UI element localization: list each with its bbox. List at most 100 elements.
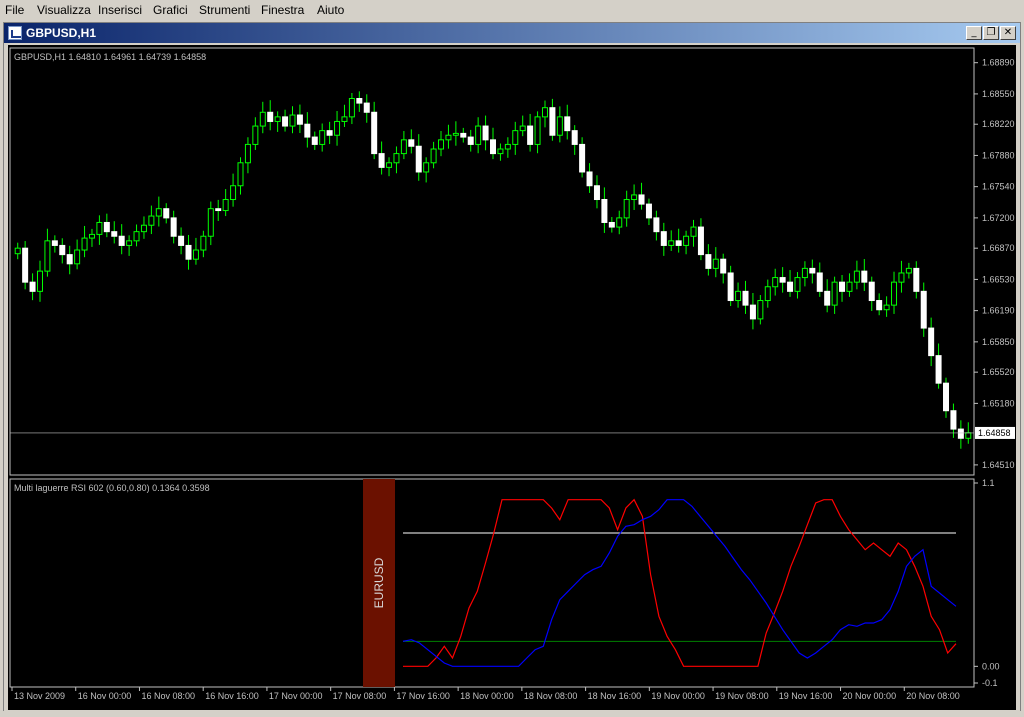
chart-canvas[interactable]: 1.68890 1.68550 1.68220 1.67880 1.67540 1.672… bbox=[8, 45, 1016, 710]
candle-body bbox=[44, 240, 51, 272]
time-tick-label: 16 Nov 00:00 bbox=[78, 691, 132, 701]
price-tick-label: 1.65850 bbox=[982, 337, 1015, 347]
menu-visualizza[interactable]: Visualizza bbox=[37, 3, 91, 17]
menu-strumenti[interactable]: Strumenti bbox=[199, 3, 250, 17]
candle-body bbox=[311, 136, 318, 145]
candle-body bbox=[534, 116, 541, 145]
candle-body bbox=[883, 304, 890, 311]
candle-body bbox=[497, 148, 504, 155]
time-tick-label: 18 Nov 08:00 bbox=[524, 691, 578, 701]
candle-body bbox=[846, 281, 853, 292]
price-info-label: GBPUSD,H1 1.64810 1.64961 1.64739 1.6485… bbox=[14, 52, 206, 62]
menu-grafici[interactable]: Grafici bbox=[153, 3, 188, 17]
candle-body bbox=[831, 281, 838, 306]
candle-body bbox=[244, 143, 251, 164]
candle-body bbox=[579, 143, 586, 173]
candle-body bbox=[735, 290, 742, 302]
candle-body bbox=[549, 107, 556, 136]
price-tick-label: 1.68890 bbox=[982, 58, 1015, 68]
candle-body bbox=[163, 208, 170, 219]
time-tick-label: 17 Nov 08:00 bbox=[333, 691, 387, 701]
candle-body bbox=[88, 233, 95, 239]
indicator-pane: Multi laguerre RSI 602 (0.60,0.80) 0.136… bbox=[9, 478, 1000, 688]
candle-body bbox=[363, 102, 370, 113]
candle-body bbox=[541, 107, 548, 118]
candle-body bbox=[103, 221, 110, 233]
close-button[interactable]: ✕ bbox=[1000, 26, 1016, 40]
candle-body bbox=[720, 258, 727, 274]
candle-body bbox=[178, 235, 185, 246]
candle-body bbox=[809, 267, 816, 274]
candle-body bbox=[504, 143, 511, 150]
candle-body bbox=[690, 226, 697, 237]
candle-body bbox=[423, 162, 430, 173]
candle-body bbox=[571, 130, 578, 145]
menu-file[interactable]: File bbox=[5, 3, 24, 17]
chart-window-titlebar[interactable]: GBPUSD,H1 _ ❐ ✕ bbox=[4, 23, 1020, 43]
candle-body bbox=[742, 290, 749, 306]
candle-body bbox=[29, 281, 36, 292]
candle-body bbox=[631, 194, 638, 201]
candle-body bbox=[155, 208, 162, 217]
indicator-tick-label: 1.1 bbox=[982, 478, 995, 488]
candle-body bbox=[237, 162, 244, 187]
price-tick-label: 1.66190 bbox=[982, 306, 1015, 316]
candle-body bbox=[148, 215, 155, 226]
candle-body bbox=[490, 139, 496, 155]
candle-body bbox=[289, 114, 296, 127]
candle-body bbox=[81, 237, 88, 251]
candle-body bbox=[215, 208, 222, 212]
candle-body bbox=[928, 327, 935, 357]
candle-body bbox=[757, 300, 764, 320]
menu-aiuto[interactable]: Aiuto bbox=[317, 3, 344, 17]
price-pane: 1.68890 1.68550 1.68220 1.67880 1.67540 1.672… bbox=[9, 47, 1015, 476]
current-price-label: 1.64858 bbox=[978, 428, 1011, 438]
candle-body bbox=[170, 217, 177, 237]
candle-body bbox=[22, 247, 29, 283]
candle-body bbox=[816, 272, 823, 292]
menu-finestra[interactable]: Finestra bbox=[261, 3, 304, 17]
price-tick-label: 1.68220 bbox=[982, 119, 1015, 129]
candle-body bbox=[556, 116, 563, 136]
time-tick-label: 19 Nov 00:00 bbox=[651, 691, 705, 701]
price-tick-label: 1.65520 bbox=[982, 367, 1015, 377]
candle-body bbox=[66, 254, 73, 265]
candle-body bbox=[415, 145, 422, 173]
menu-inserisci[interactable]: Inserisci bbox=[98, 3, 142, 17]
chart-window-icon[interactable] bbox=[8, 26, 22, 40]
candle-body bbox=[386, 162, 393, 168]
candle-body bbox=[868, 281, 875, 302]
window-title: GBPUSD,H1 bbox=[26, 26, 97, 40]
candle-body bbox=[452, 132, 459, 136]
candle-body bbox=[616, 217, 623, 228]
candle-body bbox=[965, 432, 972, 439]
candle-body bbox=[341, 116, 348, 122]
candle-body bbox=[898, 272, 905, 283]
restore-button[interactable]: ❐ bbox=[983, 26, 999, 40]
candle-body bbox=[749, 304, 756, 320]
candle-body bbox=[36, 270, 43, 292]
candle-body bbox=[326, 130, 333, 136]
candle-body bbox=[378, 153, 385, 168]
price-pane-frame bbox=[9, 47, 975, 476]
candle-body bbox=[274, 116, 281, 122]
candle-body bbox=[801, 267, 808, 279]
candle-body bbox=[259, 111, 266, 127]
chart-svg: 1.68890 1.68550 1.68220 1.67880 1.67540 1.672… bbox=[9, 47, 1015, 701]
candle-body bbox=[438, 139, 445, 150]
time-tick-label: 20 Nov 08:00 bbox=[906, 691, 960, 701]
candle-body bbox=[787, 281, 794, 292]
price-tick-label: 1.66530 bbox=[982, 274, 1015, 284]
time-tick-label: 18 Nov 16:00 bbox=[588, 691, 642, 701]
minimize-button[interactable]: _ bbox=[966, 26, 982, 40]
candle-body bbox=[430, 148, 437, 164]
price-tick-label: 1.65180 bbox=[982, 398, 1015, 408]
candle-body bbox=[371, 111, 378, 155]
candle-body bbox=[668, 240, 675, 246]
candle-body bbox=[51, 240, 58, 246]
candle-body bbox=[920, 290, 927, 329]
candle-body bbox=[564, 116, 571, 132]
candle-body bbox=[475, 125, 482, 145]
candle-body bbox=[772, 277, 779, 288]
candle-body bbox=[408, 139, 415, 147]
